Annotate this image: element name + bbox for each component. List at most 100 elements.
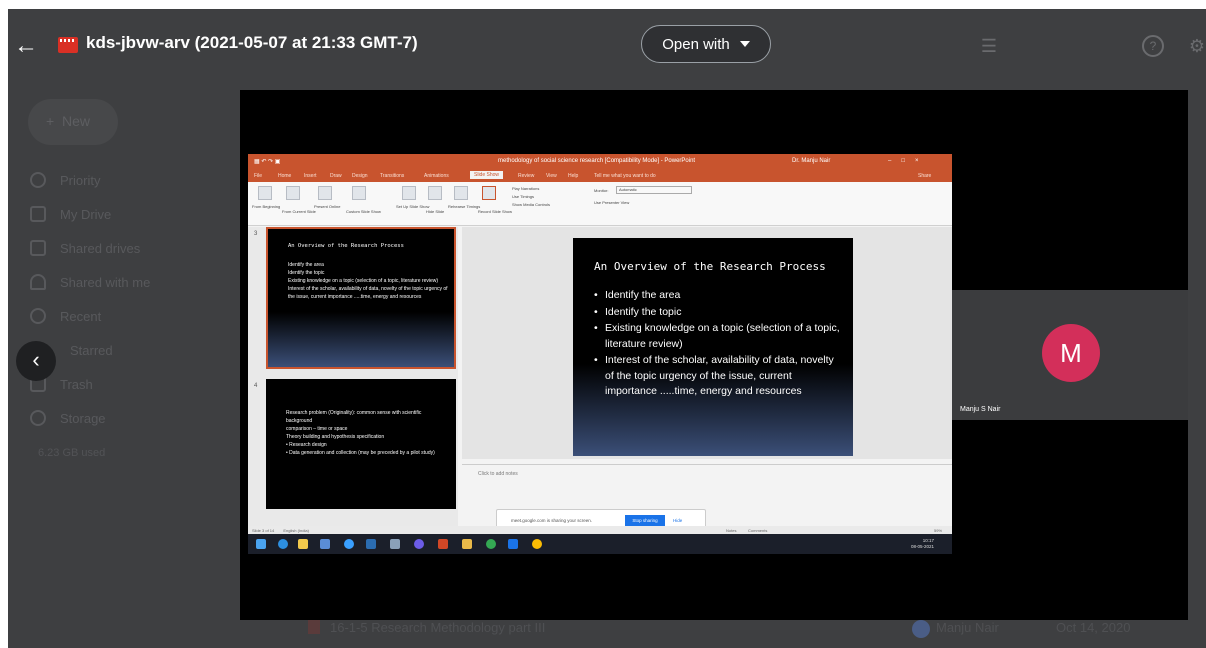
ribbon-label: Present Online [314,204,341,209]
taskbar-app-icon [414,539,424,549]
sidebar-item-storage: Storage [30,407,106,429]
slide-title: An Overview of the Research Process [594,260,826,273]
slide-bullet: Identify the area [593,288,843,304]
file-modified: Oct 14, 2020 [1056,620,1131,635]
slide-bullet: Interest of the scholar, availability of… [593,353,843,400]
custom-show-icon [352,186,366,200]
current-slide: An Overview of the Research Process Iden… [573,238,853,456]
from-beginning-icon [258,186,272,200]
preview-top-bar: ← kds-jbvw-arv (2021-05-07 at 21:33 GMT-… [8,9,1206,81]
sidebar-item-my-drive: My Drive [30,203,111,225]
participant-tile: M Manju S Nair [952,290,1188,420]
menu-file: File [254,173,263,179]
thumbnail-line: comparison – time or space [286,426,348,432]
sidebar-item-priority: Priority [30,169,100,191]
new-button: + New [28,99,118,145]
previous-file-button[interactable]: ‹ [16,341,56,381]
filter-icon[interactable]: ☰ [978,35,1000,57]
notes-toggle: Notes [726,528,737,533]
file-name: 16-1-5 Research Methodology part III [330,620,546,635]
shared-screen-powerpoint: ▦ ↶ ↷ ▣ methodology of social science re… [248,154,952,554]
check-circle-icon [30,172,46,188]
thumbnail-line: • Data generation and collection (may be… [286,450,435,456]
sidebar-item-recent: Recent [30,305,101,327]
drive-preview-overlay: ← kds-jbvw-arv (2021-05-07 at 21:33 GMT-… [8,9,1206,648]
thumbnail-line: Research problem (Originality): common s… [286,410,422,424]
drive-sidebar-dimmed: + New Priority My Drive Shared drives Sh… [8,89,240,469]
chevron-left-icon: ‹ [32,347,40,372]
presenter-view-option: Use Presenter View [594,200,630,205]
thumbnail-bullets: Identify the area Identify the topic Exi… [288,261,448,301]
slide-thumbnail: Research problem (Originality): common s… [266,379,456,509]
clock-date: 08-05-2021 [910,544,934,549]
thumbnail-line: • Research design [286,442,327,448]
menu-slide-show: Slide Show [470,171,504,179]
video-player[interactable]: ▦ ↶ ↷ ▣ methodology of social science re… [240,90,1188,620]
ribbon-option: Show Media Controls [512,202,551,207]
menu-share: Share [918,173,932,179]
sidebar-item-shared-drives: Shared drives [30,237,140,259]
ppt-window-title: methodology of social science research [… [498,158,696,164]
taskbar-app-icon [462,539,472,549]
sidebar-item-label: Shared with me [60,274,151,290]
file-owner: Manju Nair [936,620,999,635]
gear-icon[interactable]: ⚙ [1186,35,1206,57]
thumbnail-lines: Research problem (Originality): common s… [286,409,446,457]
slide-bullets: Identify the area Identify the topic Exi… [593,288,843,401]
sidebar-item-label: Starred [70,342,113,358]
chrome-icon [486,539,496,549]
sidebar-item-label: Trash [60,376,93,392]
video-file-icon [58,37,78,53]
window-controls: –□× [888,158,929,164]
ribbon-label: From Beginning [252,204,281,209]
rehearse-icon [454,186,468,200]
menu-view: View [546,173,557,179]
thumbnail-number: 4 [254,383,258,389]
windows-taskbar: 10:17 08-05-2021 [248,534,952,554]
notes-pane: Click to add notes [462,464,952,512]
ribbon-option: Use Timings [512,194,535,199]
sidebar-item-label: Priority [60,172,101,188]
ppt-ribbon: From Beginning From Current Slide Presen… [248,182,952,226]
sidebar-item-label: Storage [60,410,106,426]
windows-start-icon [256,539,266,549]
slide-counter: Slide 3 of 14 [252,528,275,533]
ribbon-label: Hide Slide [426,209,445,214]
thumbnail-line: Theory building and hypothesis specifica… [286,434,385,440]
set-up-show-icon [402,186,416,200]
edge-icon [344,539,354,549]
monitor-label: Monitor: [594,188,609,193]
taskbar-app-icon [320,539,330,549]
ribbon-label: Set Up Slide Show [396,204,430,209]
taskbar-app-icon [508,539,518,549]
share-message: meet.google.com is sharing your screen. [511,518,593,523]
back-arrow-icon[interactable]: ← [14,33,40,59]
sidebar-item-starred: Starred [70,339,113,361]
thumbnail-bullet: Existing knowledge on a topic (selection… [288,278,439,284]
open-with-button[interactable]: Open with [641,25,771,63]
caret-down-icon [739,41,750,47]
sidebar-item-label: Shared drives [60,240,141,256]
from-current-icon [286,186,300,200]
thumbnail-bullet: Identify the area [288,262,324,268]
clock-icon [30,308,46,324]
comments-toggle: Comments [748,528,768,533]
thumbnail-bullet: Interest of the scholar, availability of… [288,286,448,300]
ppt-title-bar: ▦ ↶ ↷ ▣ methodology of social science re… [248,154,952,170]
sidebar-item-shared-with-me: Shared with me [30,271,150,293]
slide-bullet: Identify the topic [593,305,843,321]
open-with-label: Open with [662,35,730,53]
taskbar-app-icon [390,539,400,549]
participant-name: Manju S Nair [960,406,1001,413]
file-explorer-icon [298,539,308,549]
sidebar-item-label: Recent [60,308,102,324]
zoom-level: 59% [934,528,943,533]
menu-transitions: Transitions [380,173,405,179]
menu-review: Review [518,173,535,179]
slide-thumbnail-selected: An Overview of the Research Process Iden… [266,227,456,369]
thumbnail-title: An Overview of the Research Process [288,243,404,249]
ppt-status-bar: Slide 3 of 14 English (India) Notes Comm… [248,526,952,534]
language-status: English (India) [283,528,309,533]
help-icon[interactable]: ? [1142,35,1164,57]
monitor-select: Automatic [616,186,692,194]
